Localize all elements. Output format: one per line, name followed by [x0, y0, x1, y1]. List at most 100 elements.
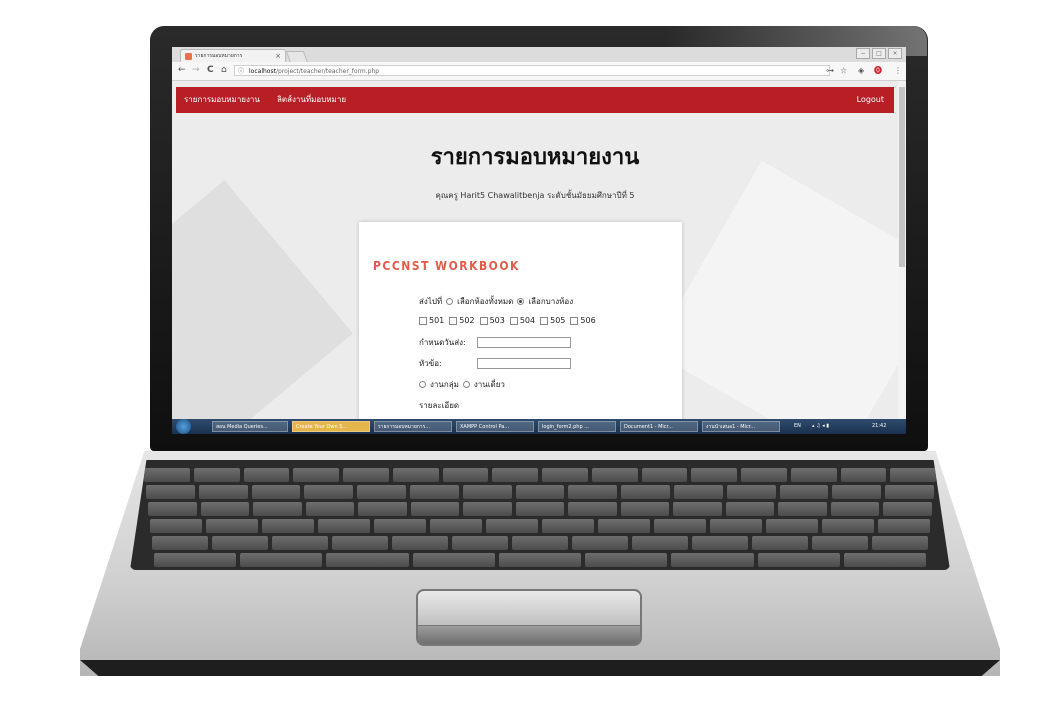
back-icon[interactable]: ← [178, 65, 186, 76]
send-to-row: ส่งไปที่ เลือกห้องทั้งหมด เลือกบางห้อง [419, 295, 573, 308]
taskbar-item[interactable]: รายการมอบหมายการ... [374, 421, 452, 432]
background-polygon [172, 180, 353, 419]
keyboard-key [200, 502, 250, 516]
radio-all-rooms[interactable] [446, 298, 454, 305]
keyboard-key [654, 519, 706, 533]
browser-toolbar: ← → C ⌂ localhost/project/teacher/teache… [172, 62, 906, 81]
browser-tab-bar: รายการมอบหมายการ × − □ × [172, 47, 906, 63]
keyboard-key [840, 468, 887, 482]
keyboard-key [332, 536, 388, 550]
tray-icons[interactable]: ▴ ♫ ◂ ▮ [812, 419, 829, 434]
key-icon[interactable]: ⊶ [826, 65, 834, 76]
pinterest-icon[interactable]: ⓿ [874, 65, 882, 76]
window-controls: − □ × [856, 48, 902, 59]
keyboard [130, 460, 950, 570]
keyboard-key [412, 553, 495, 567]
forward-icon[interactable]: → [192, 65, 200, 76]
keyboard-key [741, 468, 787, 482]
keyboard-key [206, 519, 258, 533]
browser-tab[interactable]: รายการมอบหมายการ × [180, 49, 286, 63]
laptop-bottom-edge [80, 660, 1000, 676]
keyboard-key [790, 468, 837, 482]
keyboard-key [318, 519, 370, 533]
keyboard-key [243, 468, 290, 482]
radio-some-rooms[interactable] [517, 298, 525, 305]
radio-group-work[interactable] [419, 381, 426, 388]
keyboard-key [710, 519, 762, 533]
due-date-row: กำหนดวันส่ง: [419, 336, 571, 349]
keyboard-key [591, 468, 638, 482]
keyboard-key [146, 485, 195, 499]
extension-icon[interactable]: ◈ [858, 65, 864, 76]
taskbar-item[interactable]: login_form2.php ... [538, 421, 616, 432]
room-label: 505 [550, 316, 566, 325]
url-path: /project/teacher/teacher_form.php [275, 68, 380, 75]
keyboard-key [598, 519, 650, 533]
radio-all-rooms-label: เลือกห้องทั้งหมด [457, 297, 514, 306]
touchpad [416, 589, 642, 646]
clock[interactable]: 21:42 [872, 419, 886, 434]
info-icon[interactable]: ⓘ [238, 66, 244, 75]
keyboard-key [812, 536, 868, 550]
keyboard-key [462, 485, 512, 499]
taskbar-item[interactable]: Document1 - Micr... [620, 421, 698, 432]
keyboard-key [766, 519, 818, 533]
keyboard-key [673, 502, 722, 516]
close-window-button[interactable]: × [888, 48, 902, 59]
keyboard-key [374, 519, 426, 533]
scrollbar-thumb[interactable] [899, 87, 905, 267]
windows-taskbar: สอน Media Queries... Create Your Own S..… [172, 419, 906, 434]
taskbar-item[interactable]: XAMPP Control Pa... [456, 421, 534, 432]
nav-link-assignments[interactable]: รายการมอบหมายงาน [184, 87, 260, 113]
keyboard-key [498, 553, 582, 567]
keyboard-key [542, 519, 594, 533]
keyboard-key [486, 519, 538, 533]
taskbar-item[interactable]: สอน Media Queries... [212, 421, 288, 432]
keyboard-key [198, 485, 248, 499]
page-scrollbar[interactable] [898, 81, 906, 419]
room-checkbox[interactable] [419, 316, 427, 325]
room-checkbox[interactable] [479, 316, 488, 325]
keyboard-key [822, 519, 874, 533]
keyboard-key [585, 553, 668, 567]
room-checkbox[interactable] [449, 316, 458, 325]
keyboard-key [872, 536, 928, 550]
keyboard-key [883, 502, 932, 516]
star-icon[interactable]: ☆ [840, 65, 847, 76]
maximize-button[interactable]: □ [872, 48, 886, 59]
keyboard-key [463, 502, 512, 516]
room-checkbox[interactable] [540, 316, 549, 325]
logout-link[interactable]: Logout [857, 87, 884, 113]
keyboard-key [620, 502, 670, 516]
minimize-button[interactable]: − [856, 48, 870, 59]
taskbar-item[interactable]: Create Your Own S... [292, 421, 370, 432]
group-work-label: งานกลุ่ม [430, 380, 459, 389]
room-checkbox[interactable] [509, 316, 518, 325]
keyboard-key [621, 485, 670, 499]
topic-input[interactable] [477, 358, 571, 369]
nav-link-assigned-list[interactable]: ลิตส์งานที่มอบหมาย [277, 87, 346, 113]
topic-label: หัวข้อ: [419, 359, 442, 368]
send-to-label: ส่งไปที่ [419, 297, 443, 306]
radio-single-work[interactable] [462, 381, 470, 388]
keyboard-key [725, 502, 775, 516]
keyboard-key [568, 485, 618, 499]
due-date-input[interactable] [477, 337, 571, 348]
menu-icon[interactable]: ⋮ [894, 65, 902, 76]
home-icon[interactable]: ⌂ [221, 65, 227, 76]
keyboard-key [671, 553, 754, 567]
keyboard-key [326, 553, 409, 567]
room-checkbox[interactable] [570, 316, 579, 325]
start-button-icon[interactable] [176, 419, 191, 434]
keyboard-key [492, 468, 538, 482]
language-indicator[interactable]: EN [794, 419, 801, 434]
due-date-label: กำหนดวันส่ง: [419, 338, 466, 347]
reload-icon[interactable]: C [207, 65, 214, 76]
work-type-row: งานกลุ่ม งานเดี่ยว [419, 378, 505, 391]
detail-row: รายละเอียด [419, 399, 459, 412]
address-bar[interactable]: localhost/project/teacher/teacher_form.p… [234, 65, 830, 76]
keyboard-key [878, 519, 930, 533]
keyboard-key [515, 485, 565, 499]
taskbar-item[interactable]: งานนำเสนอ1 - Micr... [702, 421, 780, 432]
keyboard-key [778, 502, 827, 516]
